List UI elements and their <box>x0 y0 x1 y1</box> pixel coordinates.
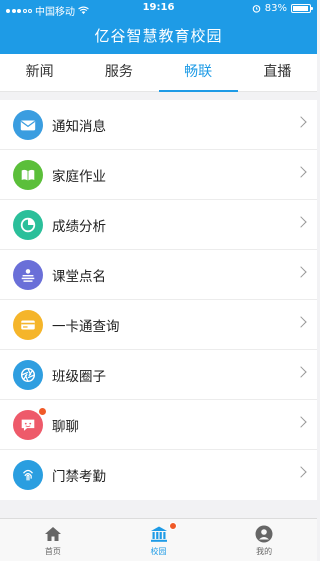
home-icon <box>44 526 61 541</box>
menu-item-label: 聊聊 <box>52 418 79 435</box>
notification-badge <box>169 522 178 530</box>
bottom-tab-bar: 首页 校园 我的 <box>0 518 317 561</box>
chevron-right-icon <box>295 116 307 128</box>
feature-list: 通知消息 家庭作业 成绩分析 课堂点名 一卡通查询 班级圈子 聊聊 门禁考勤 <box>0 100 317 500</box>
menu-item-label: 通知消息 <box>52 118 106 135</box>
tab-connect[interactable]: 畅联 <box>158 54 239 92</box>
profile-icon <box>255 525 273 542</box>
tab-news[interactable]: 新闻 <box>0 54 79 91</box>
notification-icon <box>13 109 43 140</box>
tab-services[interactable]: 服务 <box>79 54 158 91</box>
menu-item-label: 成绩分析 <box>52 218 106 235</box>
menu-item-homework[interactable]: 家庭作业 <box>0 150 317 200</box>
battery-icon <box>291 4 313 13</box>
card-icon <box>13 309 43 340</box>
chevron-right-icon <box>295 466 307 478</box>
tabbar-profile[interactable]: 我的 <box>211 519 317 561</box>
menu-item-notifications[interactable]: 通知消息 <box>0 100 317 150</box>
chevron-right-icon <box>295 166 307 178</box>
chevron-right-icon <box>295 416 307 428</box>
tabbar-label: 校园 <box>150 546 167 556</box>
menu-item-label: 班级圈子 <box>52 368 106 385</box>
attendance-icon <box>13 259 43 290</box>
chevron-right-icon <box>295 316 307 328</box>
menu-item-class-circle[interactable]: 班级圈子 <box>0 350 317 400</box>
menu-item-label: 课堂点名 <box>52 268 106 285</box>
menu-item-access-attendance[interactable]: 门禁考勤 <box>0 450 317 500</box>
chat-icon <box>13 406 47 440</box>
top-tabs: 新闻 服务 畅联 直播 <box>0 54 317 92</box>
chevron-right-icon <box>295 216 307 228</box>
tab-live[interactable]: 直播 <box>238 54 317 91</box>
menu-item-label: 家庭作业 <box>52 168 106 185</box>
notification-badge <box>38 406 47 416</box>
battery-percent: 83% <box>264 3 287 14</box>
chevron-right-icon <box>295 266 307 278</box>
tabbar-label: 我的 <box>256 546 273 556</box>
page-title: 亿谷智慧教育校园 <box>94 27 223 45</box>
menu-item-card-query[interactable]: 一卡通查询 <box>0 300 317 350</box>
campus-icon <box>150 526 167 542</box>
tabbar-home[interactable]: 首页 <box>0 519 106 561</box>
tabbar-campus[interactable]: 校园 <box>106 519 212 561</box>
fingerprint-icon <box>13 460 43 490</box>
menu-item-label: 一卡通查询 <box>52 318 120 335</box>
alarm-icon <box>252 5 261 13</box>
tabbar-label: 首页 <box>44 546 61 556</box>
app-header: 中国移动 19:16 83% 亿谷智慧教育校园 <box>0 0 317 54</box>
menu-item-label: 门禁考勤 <box>52 469 106 485</box>
menu-item-roll-call[interactable]: 课堂点名 <box>0 250 317 300</box>
menu-item-chat[interactable]: 聊聊 <box>0 400 317 450</box>
aperture-icon <box>13 359 43 390</box>
status-bar: 中国移动 19:16 83% <box>0 0 317 18</box>
book-icon <box>13 159 43 190</box>
pie-chart-icon <box>13 209 43 240</box>
menu-item-grade-analysis[interactable]: 成绩分析 <box>0 200 317 250</box>
chevron-right-icon <box>295 366 307 378</box>
